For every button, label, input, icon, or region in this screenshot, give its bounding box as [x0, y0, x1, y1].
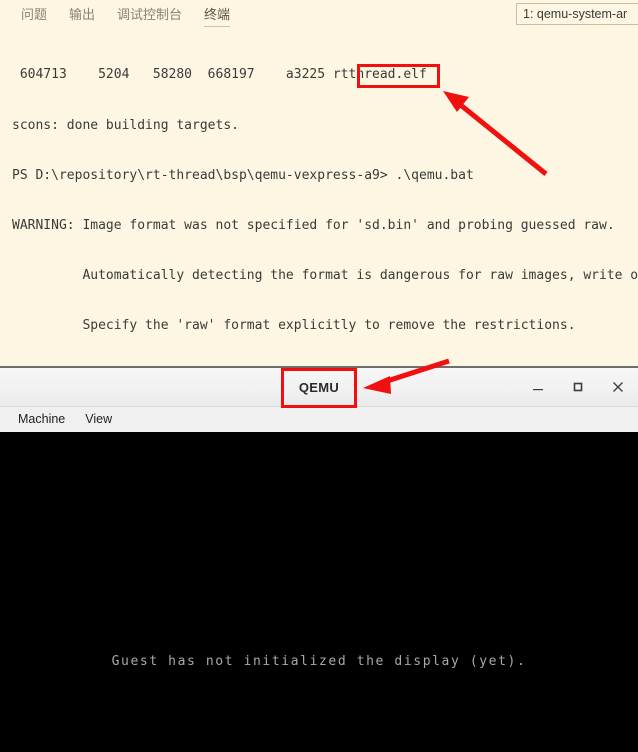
menu-item-view-label: View: [85, 412, 113, 426]
terminal-line: Automatically detecting the format is da…: [82, 267, 638, 283]
terminal-line: 604713 5204 58280 668197 a3225 rtthread.…: [12, 67, 427, 83]
guest-display-message: Guest has not initialized the display (y…: [111, 654, 527, 669]
panel-tab-list: 问题 输出 调试控制台 终端: [10, 0, 241, 30]
maximize-button[interactable]: [558, 368, 598, 406]
menu-item-machine[interactable]: Machine: [8, 407, 75, 432]
terminal-line: WARNING: Image format was not specified …: [12, 217, 615, 233]
tab-debug-console-label: 调试控制台: [117, 7, 183, 22]
qemu-window: QEMU Machine View Guest has not initiali…: [0, 366, 638, 752]
qemu-menubar: Machine View: [0, 407, 638, 433]
qemu-guest-display[interactable]: Guest has not initialized the display (y…: [0, 432, 638, 752]
active-tab-underline: [204, 26, 231, 27]
tab-terminal-label: 终端: [204, 7, 231, 22]
tab-problems-label: 问题: [21, 7, 48, 22]
terminal-output[interactable]: 604713 5204 58280 668197 a3225 rtthread.…: [0, 30, 638, 366]
tab-output-label: 输出: [69, 7, 96, 22]
window-controls: [518, 368, 638, 406]
tab-debug-console[interactable]: 调试控制台: [106, 0, 193, 30]
maximize-icon: [573, 382, 583, 392]
minimize-button[interactable]: [518, 368, 558, 406]
terminal-line: Specify the 'raw' format explicitly to r…: [12, 317, 576, 333]
menu-item-view[interactable]: View: [75, 407, 122, 432]
qemu-titlebar[interactable]: QEMU: [0, 368, 638, 407]
minimize-icon: [533, 389, 543, 391]
screenshot-root: 问题 输出 调试控制台 终端 1: qemu-system-ar 604713 …: [0, 0, 638, 752]
terminal-instance-label: 1: qemu-system-ar: [523, 7, 628, 21]
terminal-instance-select[interactable]: 1: qemu-system-ar: [516, 3, 638, 25]
close-icon: [613, 382, 623, 392]
terminal-line: scons: done building targets.: [12, 117, 239, 133]
panel-header: 问题 输出 调试控制台 终端 1: qemu-system-ar: [0, 0, 638, 30]
tab-terminal[interactable]: 终端: [193, 0, 241, 30]
tab-problems[interactable]: 问题: [10, 0, 58, 30]
terminal-line: PS D:\repository\rt-thread\bsp\qemu-vexp…: [12, 167, 474, 183]
tab-output[interactable]: 输出: [58, 0, 106, 30]
close-button[interactable]: [598, 368, 638, 406]
menu-item-machine-label: Machine: [18, 412, 66, 426]
